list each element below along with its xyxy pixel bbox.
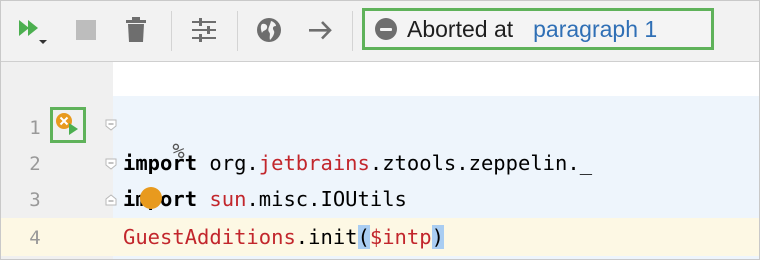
code-text: .ztools.zeppelin._ [369, 151, 593, 175]
code-line: GuestAdditions.init($intp) [123, 225, 444, 249]
code-line: import org.jetbrains.ztools.zeppelin._ [123, 151, 592, 175]
editor-header-row [113, 62, 759, 97]
next-button[interactable] [304, 13, 338, 47]
run-all-icon [19, 20, 47, 44]
gutter-header [1, 62, 113, 96]
fold-icon[interactable] [105, 119, 117, 131]
warning-marker-icon[interactable] [140, 187, 162, 209]
toolbar: Aborted at paragraph 1 [1, 1, 759, 62]
run-error-icon [56, 113, 78, 135]
code-line: import sun.misc.IOUtils [123, 187, 407, 211]
run-paragraph-button[interactable] [50, 107, 86, 143]
stop-button[interactable] [69, 13, 103, 47]
trash-icon [126, 17, 146, 42]
toolbar-separator [237, 11, 238, 51]
globe-icon [257, 18, 281, 42]
code-package: jetbrains [258, 151, 370, 175]
open-in-browser-button[interactable] [252, 13, 286, 47]
code-keyword: import [123, 151, 198, 175]
settings-sliders-icon [192, 18, 216, 42]
toolbar-separator [352, 11, 353, 51]
execution-status: Aborted at paragraph 1 [362, 8, 714, 50]
line-number: 2 [29, 153, 41, 175]
stop-icon [76, 20, 96, 40]
unfold-icon[interactable] [105, 194, 117, 206]
line-number: 1 [29, 117, 41, 139]
code-object: GuestAdditions [123, 225, 296, 249]
abort-status-icon [375, 18, 397, 40]
toolbar-separator [171, 11, 172, 51]
fold-icon[interactable] [105, 158, 117, 170]
settings-button[interactable] [187, 13, 221, 47]
arrow-right-icon [309, 21, 332, 40]
matched-paren: ( [357, 225, 370, 249]
code-package: sun [209, 187, 247, 211]
code-text: .init [295, 225, 358, 249]
line-number: 3 [29, 189, 41, 211]
run-all-button[interactable] [15, 13, 49, 47]
status-text: Aborted at [407, 15, 514, 42]
code-text: org. [197, 151, 259, 175]
paragraph-link[interactable]: paragraph 1 [533, 16, 657, 43]
line-number: 4 [29, 227, 41, 249]
delete-button[interactable] [119, 13, 153, 47]
code-variable: $intp [369, 225, 432, 249]
zeppelin-notebook-editor: Aborted at paragraph 1 1 2 3 4 % import … [0, 0, 760, 260]
matched-paren: ) [431, 225, 444, 249]
code-text: .misc.IOUtils [246, 187, 407, 211]
